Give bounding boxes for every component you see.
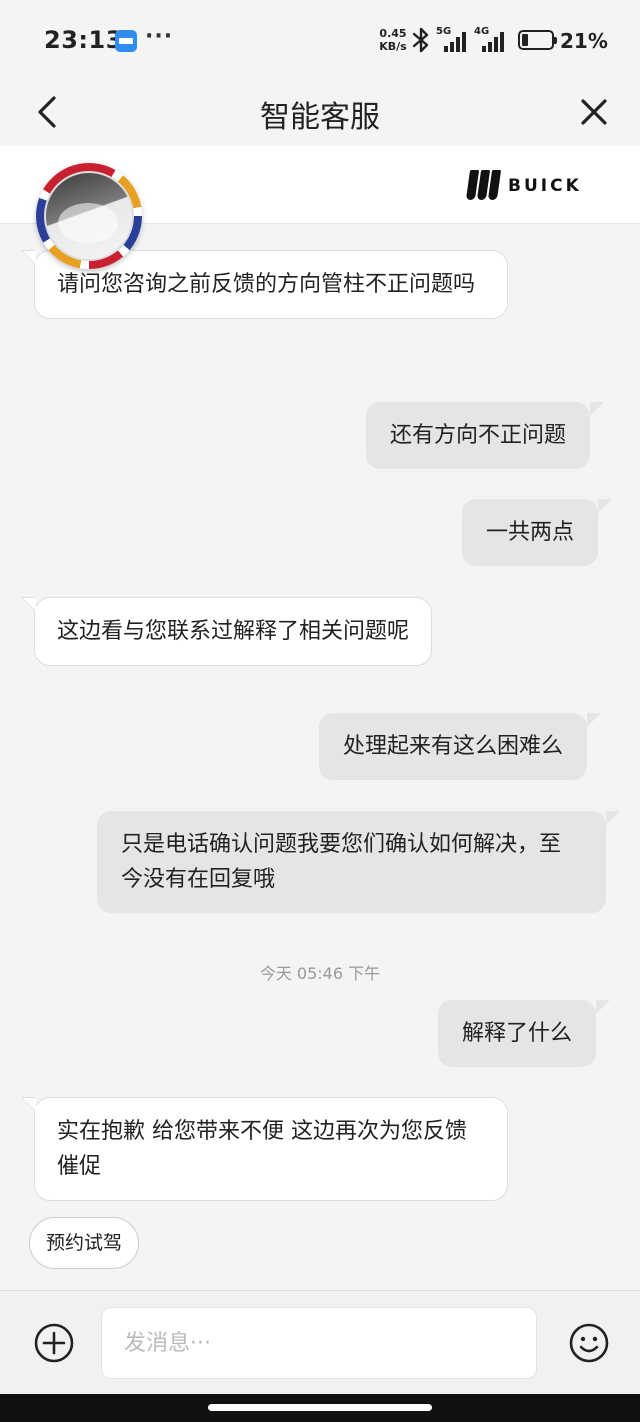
chat-timestamp: 今天 05:46 下午 — [259, 964, 381, 983]
status-time: 23:13 — [44, 26, 123, 54]
message-outgoing: 只是电话确认问题我要您们确认如何解决，至今没有在回复哦 — [97, 811, 620, 913]
network-speed: 0.45 KB/s — [378, 27, 408, 53]
battery-icon — [518, 30, 557, 50]
tri-shield-icon — [465, 170, 502, 200]
network-speed-unit: KB/s — [379, 40, 407, 53]
signal-sim1-icon: 5G — [436, 26, 470, 52]
message-outgoing: 还有方向不正问题 — [366, 402, 605, 469]
buick-logo: BUICK — [465, 170, 608, 202]
battery-percent: 21% — [560, 29, 608, 53]
brand-wordmark: BUICK — [508, 176, 582, 196]
bot-avatar — [36, 163, 142, 269]
signal-sim2-icon: 4G — [474, 26, 508, 52]
more-notifications-icon: ··· — [145, 24, 174, 49]
quick-reply-test-drive[interactable]: 预约试驾 — [29, 1217, 140, 1269]
message-incoming: 这边看与您联系过解释了相关问题呢 — [20, 597, 433, 666]
wallet-app-icon — [115, 30, 137, 52]
home-indicator[interactable] — [208, 1404, 432, 1411]
status-bar: 23:13 ··· 0.45 KB/s 5G 4G 21% — [0, 0, 640, 80]
gesture-bar — [0, 1394, 640, 1422]
plus-circle-icon[interactable] — [33, 1322, 75, 1364]
message-outgoing: 处理起来有这么困难么 — [319, 713, 602, 780]
nav-bar: 智能客服 — [0, 80, 640, 146]
message-incoming: 实在抱歉 给您带来不便 这边再次为您反馈催促 — [21, 1097, 508, 1201]
smiley-icon[interactable] — [568, 1322, 610, 1364]
bluetooth-icon — [412, 27, 429, 53]
message-outgoing: 解释了什么 — [438, 1000, 611, 1067]
page-title: 智能客服 — [260, 100, 380, 135]
message-input[interactable] — [101, 1307, 537, 1379]
message-outgoing: 一共两点 — [462, 499, 613, 566]
network-speed-value: 0.45 — [379, 27, 407, 40]
close-icon[interactable] — [574, 92, 614, 132]
